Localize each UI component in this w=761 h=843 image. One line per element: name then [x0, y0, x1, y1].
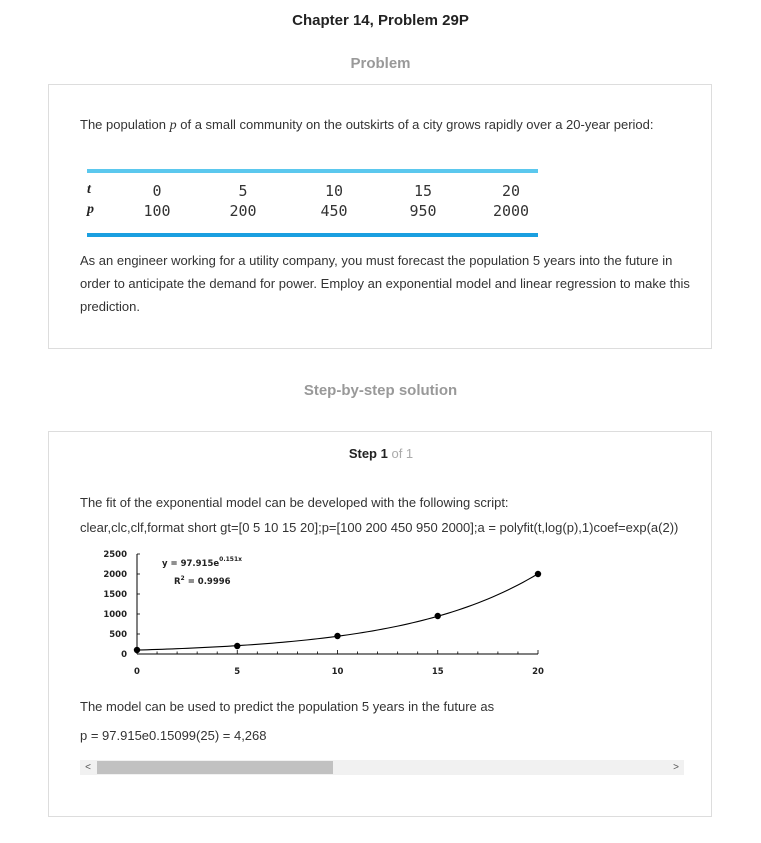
- table-cell: 200: [229, 202, 257, 220]
- x-tick-label: 0: [134, 667, 140, 677]
- horizontal-scrollbar[interactable]: < >: [80, 760, 684, 775]
- matlab-script: clear,clc,clf,format short gt=[0 5 10 15…: [80, 520, 679, 535]
- chapter-title: Chapter 14, Problem 29P: [292, 12, 469, 29]
- table-row-t: t 0 5 10 15 20: [87, 182, 538, 202]
- solution-intro: The fit of the exponential model can be …: [80, 495, 509, 510]
- table-label-p: p: [87, 202, 94, 217]
- exponential-fit-chart: 0 500 1000 1500 2000 2500 0 5 10 15 20 y = 97.915…: [103, 550, 544, 677]
- scroll-right-arrow-icon[interactable]: >: [668, 760, 684, 775]
- scroll-left-arrow-icon[interactable]: <: [80, 760, 96, 775]
- x-tick-label: 15: [432, 667, 444, 677]
- y-tick-label: 2000: [103, 570, 127, 580]
- y-axis-tick-labels: 0 500 1000 1500 2000 2500: [103, 550, 127, 660]
- fit-equation-prefix: y = 97.915e: [162, 559, 219, 569]
- table-row-p: p 100 200 450 950 2000: [87, 202, 538, 222]
- table-cell: 100: [143, 202, 171, 220]
- data-point: [434, 612, 441, 620]
- x-tick-label: 5: [234, 667, 240, 677]
- problem-body: As an engineer working for a utility com…: [80, 253, 690, 314]
- problem-intro-before: The population: [80, 117, 170, 132]
- table-cell: 5: [238, 182, 248, 200]
- step-label: Step 1: [348, 446, 388, 461]
- problem-heading: Problem: [350, 55, 411, 72]
- problem-intro-variable: p: [169, 118, 177, 133]
- data-point: [534, 570, 542, 578]
- table-label-t: t: [87, 182, 91, 197]
- table-top-rule: [87, 169, 538, 173]
- fit-equation: y = 97.915e0.151x: [162, 556, 242, 569]
- y-tick-label: 2500: [103, 550, 127, 560]
- y-tick-label: 1000: [103, 610, 127, 620]
- data-point: [234, 642, 241, 650]
- table-cell: 450: [320, 202, 348, 220]
- y-tick-label: 500: [109, 630, 127, 640]
- problem-card: The population p of a small community on…: [48, 84, 712, 349]
- table-cell: 20: [501, 182, 521, 200]
- solution-card: Step 1 of 1 The fit of the exponential m…: [48, 431, 712, 817]
- data-point: [334, 632, 341, 640]
- step-count: of 1: [391, 446, 414, 461]
- fit-equation-exponent: 0.151x: [219, 556, 242, 563]
- x-tick-label: 20: [532, 667, 544, 677]
- y-tick-label: 1500: [103, 590, 127, 600]
- table-cell: 2000: [492, 202, 530, 220]
- scroll-thumb[interactable]: [97, 761, 333, 774]
- problem-intro: The population p of a small community on…: [80, 113, 690, 137]
- y-tick-label: 0: [121, 650, 127, 660]
- x-tick-label: 10: [332, 667, 344, 677]
- table-cell: 950: [409, 202, 437, 220]
- r-squared-label: R2 = 0.9996: [174, 575, 231, 587]
- table-cell: 0: [152, 182, 162, 200]
- prediction-formula: p = 97.915e0.15099(25) = 4,268: [80, 728, 267, 743]
- table-cell: 10: [324, 182, 344, 200]
- table-bottom-rule: [87, 233, 538, 237]
- x-axis-tick-labels: 0 5 10 15 20: [134, 667, 544, 677]
- r-squared-value: = 0.9996: [185, 577, 231, 587]
- table-cell: 15: [413, 182, 433, 200]
- problem-intro-after: of a small community on the outskirts of…: [176, 117, 654, 132]
- population-table: t 0 5 10 15 20 p 100 200 450 950 2000: [87, 169, 538, 239]
- solution-heading: Step-by-step solution: [303, 382, 458, 399]
- step-header: Step 1 of 1: [49, 446, 713, 461]
- prediction-text: The model can be used to predict the pop…: [80, 699, 495, 714]
- data-point: [133, 646, 141, 654]
